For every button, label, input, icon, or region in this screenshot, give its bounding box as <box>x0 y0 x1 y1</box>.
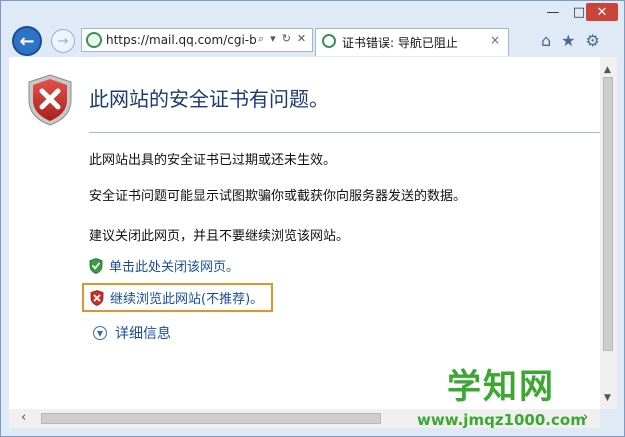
star-icon[interactable]: ★ <box>561 31 575 50</box>
toolbar-right: ⌂ ★ ⚙ <box>541 31 600 50</box>
arrow-right-icon: → <box>57 33 69 49</box>
title-bar: — □ ✕ <box>1 1 624 25</box>
watermark-title: 学知网 <box>447 367 555 407</box>
more-information-toggle[interactable]: ▼ 详细信息 <box>93 323 171 343</box>
address-bar-icons: ⌕ ▾ ↻ ✕ <box>258 32 306 46</box>
page-content: 此网站的安全证书有问题。 此网站出具的安全证书已过期或还未生效。 安全证书问题可… <box>9 57 600 409</box>
scroll-down-icon[interactable]: ▼ <box>604 393 611 403</box>
forward-button[interactable]: → <box>51 29 75 53</box>
continue-link-text[interactable]: 继续浏览此网站(不推荐)。 <box>110 288 263 307</box>
close-page-link[interactable]: 单击此处关闭该网页。 <box>89 256 239 275</box>
site-favicon-icon <box>86 32 102 48</box>
more-information-text[interactable]: 详细信息 <box>115 323 171 343</box>
navigation-bar: ← → https://mail.qq.com/cgi-bi ⌕ ▾ ↻ ✕ 证… <box>1 25 624 57</box>
browser-window: — □ ✕ ← → https://mail.qq.com/cgi-bi ⌕ ▾… <box>0 0 625 437</box>
tab-certificate-error[interactable]: 证书错误: 导航已阻止 × <box>315 28 509 56</box>
close-window-button[interactable]: ✕ <box>586 3 618 21</box>
dropdown-icon[interactable]: ▾ <box>270 32 276 46</box>
expired-message: 此网站出具的安全证书已过期或还未生效。 <box>89 153 337 168</box>
address-bar[interactable]: https://mail.qq.com/cgi-bi ⌕ ▾ ↻ ✕ <box>81 28 313 52</box>
shield-x-icon <box>90 289 104 306</box>
home-icon[interactable]: ⌂ <box>541 31 551 50</box>
title-divider <box>89 132 600 133</box>
back-button[interactable]: ← <box>12 26 42 56</box>
chevron-down-icon: ▼ <box>93 326 107 340</box>
vertical-scrollbar[interactable]: ▲ ▼ <box>600 57 617 409</box>
shield-check-icon <box>89 257 103 274</box>
search-icon[interactable]: ⌕ <box>258 32 264 46</box>
refresh-icon[interactable]: ↻ <box>282 32 291 46</box>
watermark-url: www.jmqz1000.com <box>417 411 586 429</box>
close-page-link-text[interactable]: 单击此处关闭该网页。 <box>109 256 239 275</box>
vertical-scroll-thumb[interactable] <box>603 77 613 351</box>
tab-close-icon[interactable]: × <box>490 33 500 47</box>
scroll-left-icon[interactable]: ‹ <box>21 410 26 425</box>
recommendation-message: 建议关闭此网页，并且不要继续浏览该网站。 <box>89 229 350 244</box>
page-title: 此网站的安全证书有问题。 <box>89 87 329 111</box>
gear-icon[interactable]: ⚙ <box>586 31 600 50</box>
arrow-left-icon: ← <box>19 30 35 52</box>
risk-message: 安全证书问题可能显示试图欺骗你或截获你向服务器发送的数据。 <box>89 189 467 204</box>
scroll-up-icon[interactable]: ▲ <box>604 65 611 75</box>
tab-title: 证书错误: 导航已阻止 <box>342 36 458 50</box>
tab-favicon-icon <box>322 34 336 48</box>
url-text[interactable]: https://mail.qq.com/cgi-bi <box>106 33 256 47</box>
minimize-button[interactable]: — <box>541 3 565 21</box>
continue-to-website-link[interactable]: 继续浏览此网站(不推荐)。 <box>82 283 274 312</box>
close-icon[interactable]: ✕ <box>297 32 306 46</box>
horizontal-scroll-thumb[interactable] <box>41 413 381 424</box>
shield-error-icon <box>28 74 72 126</box>
